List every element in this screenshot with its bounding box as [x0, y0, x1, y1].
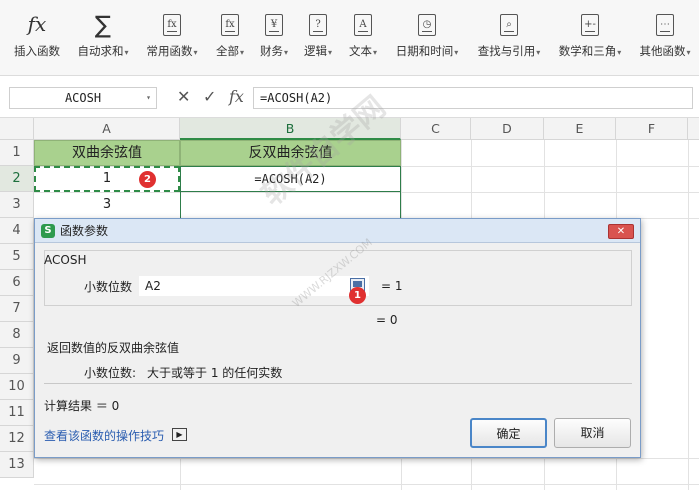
row-header-9[interactable]: 9	[0, 348, 34, 374]
row-header-7[interactable]: 7	[0, 296, 34, 322]
logical-button[interactable]: ? 逻辑▾	[298, 10, 338, 66]
search-doc-icon: ⌕	[498, 12, 520, 38]
dialog-title-bar[interactable]: S 函数参数 ✕	[35, 219, 640, 243]
row-header-13[interactable]: 13	[0, 452, 34, 478]
row-header-10[interactable]: 10	[0, 374, 34, 400]
dialog-title: 函数参数	[60, 224, 109, 238]
row-header-4[interactable]: 4	[0, 218, 34, 244]
lookup-reference-button[interactable]: ⌕ 查找与引用▾	[472, 10, 546, 66]
fx-icon[interactable]: fx	[229, 88, 244, 106]
row-header-2[interactable]: 2	[0, 166, 34, 192]
cell-a2[interactable]: 1	[34, 166, 180, 192]
column-headers: A B C D E F	[0, 118, 699, 140]
other-functions-button[interactable]: ⋯ 其他函数▾	[634, 10, 696, 66]
function-name: ACOSH	[44, 253, 87, 267]
function-description: 返回数值的反双曲余弦值	[47, 341, 180, 355]
column-header-b[interactable]: B	[180, 118, 401, 140]
text-functions-button[interactable]: A 文本▾	[342, 10, 384, 66]
yen-doc-icon: ¥	[263, 12, 285, 38]
fx-icon: fx	[27, 12, 47, 36]
text-functions-label: 文本▾	[348, 44, 377, 58]
video-play-icon[interactable]: ▶	[172, 428, 187, 441]
divider	[44, 383, 632, 384]
calculation-result: 计算结果 ＝ 0	[44, 399, 120, 413]
financial-button[interactable]: ¥ 财务▾	[254, 10, 294, 66]
step-badge-2: 2	[139, 171, 156, 188]
text-doc-icon: A	[352, 12, 374, 38]
column-header-e[interactable]: E	[544, 118, 616, 140]
financial-label: 财务▾	[259, 44, 288, 58]
lookup-reference-label: 查找与引用▾	[477, 44, 541, 58]
wps-logo-icon: S	[41, 224, 55, 238]
gridline	[34, 484, 699, 485]
fx-doc-icon: fx	[219, 12, 241, 38]
column-header-f[interactable]: F	[616, 118, 688, 140]
step-badge-1: 1	[349, 287, 366, 304]
other-functions-label: 其他函数▾	[639, 44, 691, 58]
autosum-label: 自动求和▾	[77, 44, 129, 58]
function-result: = 0	[376, 313, 398, 327]
argument-result: = 1	[381, 279, 403, 293]
row-header-6[interactable]: 6	[0, 270, 34, 296]
cell-a1[interactable]: 双曲余弦值	[34, 140, 180, 166]
gridline	[34, 458, 699, 459]
math-trig-label: 数学和三角▾	[558, 44, 622, 58]
cell-a3[interactable]: 3	[34, 192, 180, 218]
ribbon-toolbar: fx 插入函数 ∑ 自动求和▾ fx 常用函数▾ fx 全部▾ ¥ 财务▾ ? …	[0, 0, 699, 76]
column-header-c[interactable]: C	[401, 118, 471, 140]
date-time-button[interactable]: ◷ 日期和时间▾	[390, 10, 464, 66]
clock-doc-icon: ◷	[416, 12, 438, 38]
insert-function-label: 插入函数	[14, 44, 60, 58]
chevron-down-icon[interactable]: ▾	[146, 88, 151, 108]
name-box-value: ACOSH	[64, 91, 102, 105]
date-time-label: 日期和时间▾	[395, 44, 459, 58]
help-link[interactable]: 查看该函数的操作技巧	[44, 427, 164, 444]
cell-b2[interactable]: =ACOSH(A2)	[180, 166, 401, 192]
question-doc-icon: ?	[307, 12, 329, 38]
cancel-button[interactable]: 取消	[554, 418, 631, 448]
row-header-5[interactable]: 5	[0, 244, 34, 270]
function-arguments-dialog: S 函数参数 ✕ ACOSH 小数位数 A2 1 = 1 = 0 返回数值的反双…	[34, 218, 641, 458]
row-header-3[interactable]: 3	[0, 192, 34, 218]
cell-b1[interactable]: 反双曲余弦值	[180, 140, 401, 166]
argument-description-label: 小数位数:	[84, 366, 137, 380]
row-header-1[interactable]: 1	[0, 140, 34, 166]
math-doc-icon: +-	[579, 12, 601, 38]
column-header-a[interactable]: A	[34, 118, 180, 140]
select-all-corner[interactable]	[0, 118, 34, 140]
close-button[interactable]: ✕	[608, 224, 634, 239]
ok-button[interactable]: 确定	[470, 418, 547, 448]
autosum-button[interactable]: ∑ 自动求和▾	[72, 10, 134, 66]
common-functions-label: 常用函数▾	[146, 44, 198, 58]
formula-bar: ACOSH ▾ ✕ ✓ fx =ACOSH(A2)	[0, 76, 699, 118]
cancel-icon[interactable]: ✕	[177, 88, 190, 106]
math-trig-button[interactable]: +- 数学和三角▾	[553, 10, 627, 66]
column-header-d[interactable]: D	[471, 118, 544, 140]
logical-label: 逻辑▾	[303, 44, 332, 58]
row-header-11[interactable]: 11	[0, 400, 34, 426]
row-header-8[interactable]: 8	[0, 322, 34, 348]
row-header-12[interactable]: 12	[0, 426, 34, 452]
formula-input[interactable]: =ACOSH(A2)	[253, 87, 693, 109]
insert-function-button[interactable]: fx 插入函数	[8, 10, 66, 66]
argument-input[interactable]: A2	[139, 276, 369, 296]
argument-label: 小数位数	[84, 280, 133, 294]
cell-b3[interactable]	[180, 192, 401, 218]
more-doc-icon: ⋯	[654, 12, 676, 38]
sigma-icon: ∑	[94, 11, 112, 39]
common-functions-button[interactable]: fx 常用函数▾	[140, 10, 204, 66]
fx-star-icon: fx	[161, 12, 183, 38]
confirm-icon[interactable]: ✓	[203, 88, 216, 106]
argument-description: 大于或等于 1 的任何实数	[147, 366, 283, 380]
name-box[interactable]: ACOSH ▾	[9, 87, 157, 109]
all-functions-button[interactable]: fx 全部▾	[208, 10, 252, 66]
all-functions-label: 全部▾	[215, 44, 244, 58]
